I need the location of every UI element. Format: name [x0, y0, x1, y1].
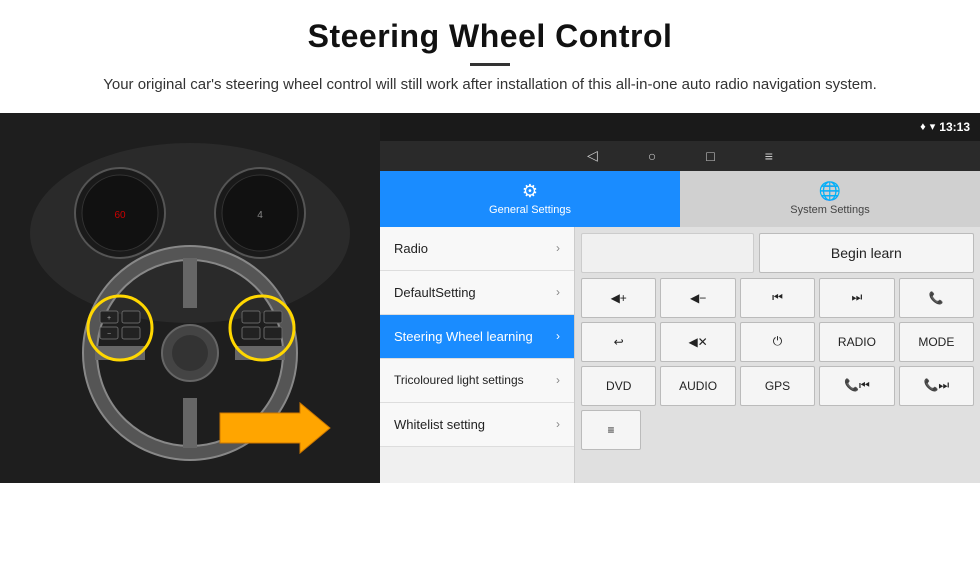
- call-button[interactable]: 📞: [899, 278, 974, 318]
- car-image-container: 60 4 + −: [0, 113, 380, 483]
- header-section: Steering Wheel Control Your original car…: [0, 0, 980, 107]
- chevron-icon: ›: [556, 241, 560, 255]
- gps-button[interactable]: GPS: [740, 366, 815, 406]
- svg-text:+: +: [107, 315, 111, 322]
- begin-learn-button[interactable]: Begin learn: [759, 233, 974, 273]
- location-icon: ♦: [920, 121, 926, 133]
- status-time: 13:13: [939, 120, 970, 134]
- chevron-icon: ›: [556, 417, 560, 431]
- mode-button[interactable]: MODE: [899, 322, 974, 362]
- car-steering-svg: 60 4 + −: [0, 113, 380, 483]
- tab-system-label: System Settings: [790, 204, 869, 216]
- empty-slot: [581, 233, 754, 273]
- main-content: Radio › DefaultSetting › Steering Wheel …: [380, 227, 980, 483]
- globe-icon: 🌐: [819, 181, 841, 202]
- left-menu: Radio › DefaultSetting › Steering Wheel …: [380, 227, 575, 483]
- list-icon-button[interactable]: ≡: [581, 410, 641, 450]
- chevron-icon: ›: [556, 329, 560, 343]
- begin-learn-row: Begin learn: [581, 233, 974, 273]
- power-button[interactable]: ⏻: [740, 322, 815, 362]
- content-area: 60 4 + −: [0, 113, 980, 483]
- settings-tabs: ⚙ General Settings 🌐 System Settings: [380, 171, 980, 227]
- menu-nav-icon[interactable]: ≡: [765, 148, 773, 164]
- tab-general-settings[interactable]: ⚙ General Settings: [380, 171, 680, 227]
- menu-item-steering-wheel[interactable]: Steering Wheel learning ›: [380, 315, 574, 359]
- menu-item-default-setting[interactable]: DefaultSetting ›: [380, 271, 574, 315]
- dvd-button[interactable]: DVD: [581, 366, 656, 406]
- svg-text:60: 60: [114, 210, 126, 221]
- home-nav-icon[interactable]: ○: [648, 148, 656, 164]
- vol-down-button[interactable]: ◀−: [660, 278, 735, 318]
- menu-item-tricoloured[interactable]: Tricoloured light settings ›: [380, 359, 574, 403]
- menu-item-radio[interactable]: Radio ›: [380, 227, 574, 271]
- call-prev-button[interactable]: 📞⏮: [819, 366, 894, 406]
- gear-icon: ⚙: [522, 181, 538, 202]
- button-row-2: ↩ ◀✕ ⏻ RADIO MODE: [581, 322, 974, 362]
- button-row-4: ≡: [581, 410, 974, 450]
- status-icons: ♦ ▾ 13:13: [920, 120, 970, 134]
- back-nav-icon[interactable]: ◁: [587, 147, 598, 164]
- right-panel: Begin learn ◀+ ◀− ⏮: [575, 227, 980, 483]
- nav-bar[interactable]: ◁ ○ □ ≡: [380, 141, 980, 171]
- page-title: Steering Wheel Control: [60, 18, 920, 55]
- recent-nav-icon[interactable]: □: [706, 148, 714, 164]
- chevron-icon: ›: [556, 373, 560, 387]
- tab-system-settings[interactable]: 🌐 System Settings: [680, 171, 980, 227]
- audio-button[interactable]: AUDIO: [660, 366, 735, 406]
- vol-up-button[interactable]: ◀+: [581, 278, 656, 318]
- menu-item-whitelist[interactable]: Whitelist setting ›: [380, 403, 574, 447]
- wifi-icon: ▾: [930, 120, 936, 133]
- tab-general-label: General Settings: [489, 204, 571, 216]
- mute-button[interactable]: ◀✕: [660, 322, 735, 362]
- call-next-button[interactable]: 📞⏭: [899, 366, 974, 406]
- button-row-3: DVD AUDIO GPS 📞⏮ 📞⏭: [581, 366, 974, 406]
- hang-up-button[interactable]: ↩: [581, 322, 656, 362]
- android-ui: ♦ ▾ 13:13 ◁ ○ □ ≡ ⚙ General Settings 🌐 S…: [380, 113, 980, 483]
- button-row-1: ◀+ ◀− ⏮ ⏭ 📞: [581, 278, 974, 318]
- next-track-button[interactable]: ⏭: [819, 278, 894, 318]
- prev-track-button[interactable]: ⏮: [740, 278, 815, 318]
- status-bar: ♦ ▾ 13:13: [380, 113, 980, 141]
- subtitle: Your original car's steering wheel contr…: [80, 74, 900, 97]
- svg-text:4: 4: [257, 210, 263, 221]
- divider: [470, 63, 510, 66]
- control-buttons-grid: ◀+ ◀− ⏮ ⏭ 📞: [581, 278, 974, 450]
- radio-button[interactable]: RADIO: [819, 322, 894, 362]
- svg-text:−: −: [107, 331, 111, 338]
- chevron-icon: ›: [556, 285, 560, 299]
